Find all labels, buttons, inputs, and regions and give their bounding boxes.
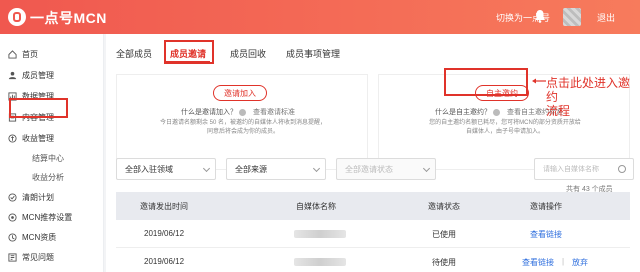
domain-select-value: 全部入驻领域: [125, 164, 173, 174]
logo-icon: [8, 8, 26, 26]
coin-icon: [8, 133, 17, 143]
question-icon: [493, 108, 500, 116]
recommend-icon: [8, 212, 17, 222]
highlight-box-invite-tab: [164, 40, 214, 64]
arrow-left-icon: [532, 78, 546, 84]
sidebar-item-mcn-qualification[interactable]: MCN资质: [8, 229, 56, 245]
self-question-text: 什么是自主邀约？: [435, 109, 491, 116]
column-header-name: 自媒体名称: [296, 202, 336, 211]
highlight-box-members: [9, 98, 68, 118]
view-link-button[interactable]: 查看链接: [522, 257, 554, 268]
invite-desc-line: 同意后将会成为你的成员。: [206, 129, 279, 135]
annotation-line: 点击此处进入邀约: [546, 76, 631, 104]
question-icon: [239, 108, 246, 116]
sidebar-item-members[interactable]: 成员管理: [8, 67, 54, 83]
invite-status: 已使用: [432, 230, 456, 239]
sidebar-subitem-revenue-analysis[interactable]: 收益分析: [32, 172, 64, 183]
qualification-icon: [8, 232, 17, 242]
sidebar: 首页 成员管理 数据管理 内容管理 收益管理 结算中心 收益分析 清朗计划 MC…: [0, 34, 104, 272]
invite-question-text: 什么是邀请加入？: [181, 109, 237, 116]
sidebar-item-label: 常见问题: [22, 252, 54, 262]
self-invite-description: 您的自主邀约名额已耗尽，您可将MCN的部分资质开放给 自媒体人，由子号申请加入。: [385, 119, 625, 137]
invite-status: 待使用: [432, 258, 456, 267]
tab-all-members[interactable]: 全部成员: [116, 47, 152, 60]
sidebar-item-mcn-recommend[interactable]: MCN推荐设置: [8, 209, 72, 225]
clear-plan-icon: [8, 192, 17, 202]
highlight-box-self-invite: [444, 68, 528, 96]
tab-member-affairs[interactable]: 成员事项管理: [286, 47, 340, 60]
search-icon[interactable]: [618, 165, 626, 173]
chevron-down-icon: [202, 164, 211, 173]
self-invite-question: 什么是自主邀约？ 查看自主邀约标准: [435, 107, 563, 117]
tab-member-recycle[interactable]: 成员回收: [230, 47, 266, 60]
chevron-down-icon: [422, 164, 431, 173]
action-separator: |: [562, 257, 565, 266]
main-panel: 全部成员 成员邀请 成员回收 成员事项管理 邀请加入 什么是邀请加入？ 查看邀请标…: [106, 34, 640, 272]
sidebar-item-revenue[interactable]: 收益管理: [8, 130, 54, 146]
column-header-action: 邀请操作: [530, 202, 562, 211]
annotation-line: 流程: [546, 104, 571, 118]
avatar[interactable]: [563, 8, 581, 26]
abandon-button[interactable]: 放弃: [572, 257, 588, 268]
top-header: 一点号MCN 切换为一点号 退出: [0, 0, 640, 34]
sidebar-item-label: 首页: [22, 49, 38, 59]
sidebar-subitem-settlement[interactable]: 结算中心: [32, 153, 64, 164]
invite-question: 什么是邀请加入？ 查看邀请标准: [181, 107, 295, 117]
column-header-date: 邀请发出时间: [140, 202, 188, 211]
table-row: 2019/06/12 已使用 查看链接: [116, 220, 630, 248]
sidebar-item-label: 清朗计划: [22, 192, 54, 202]
sidebar-item-label: MCN资质: [22, 232, 57, 242]
status-select-value: 全部邀请状态: [345, 164, 393, 174]
column-header-status: 邀请状态: [428, 202, 460, 211]
chevron-down-icon: [312, 164, 321, 173]
sidebar-item-label: 成员管理: [22, 70, 54, 80]
sidebar-item-faq[interactable]: 常见问题: [8, 249, 54, 265]
source-select-value: 全部来源: [235, 164, 267, 174]
sidebar-item-label: MCN推荐设置: [22, 212, 73, 222]
invite-date: 2019/06/12: [144, 257, 185, 266]
bell-icon[interactable]: [534, 9, 546, 23]
invite-join-button[interactable]: 邀请加入: [213, 85, 267, 101]
invite-desc-line: 今日邀请名额剩余 50 名，被邀约的自媒体人将收到消息提醒，: [159, 120, 326, 126]
self-desc-line: 您的自主邀约名额已耗尽，您可将MCN的部分资质开放给: [429, 120, 581, 126]
person-icon: [8, 71, 17, 79]
sidebar-item-home[interactable]: 首页: [8, 46, 38, 62]
table-header: 邀请发出时间 自媒体名称 邀请状态 邀请操作: [116, 192, 630, 220]
search-placeholder: 请输入自媒体名称: [543, 166, 599, 173]
annotation-text: 点击此处进入邀约 流程: [546, 76, 640, 118]
logout-button[interactable]: 退出: [597, 11, 615, 24]
view-link-button[interactable]: 查看链接: [530, 229, 562, 240]
app-logo-text: 一点号MCN: [30, 10, 107, 26]
sidebar-item-clear-plan[interactable]: 清朗计划: [8, 189, 54, 205]
self-desc-line: 自媒体人，由子号申请加入。: [465, 129, 544, 135]
blurred-media-name: [294, 258, 346, 266]
invite-description: 今日邀请名额剩余 50 名，被邀约的自媒体人将收到消息提醒， 同意后将会成为你的…: [123, 119, 363, 137]
faq-icon: [8, 252, 17, 262]
status-select[interactable]: 全部邀请状态: [336, 158, 436, 180]
sidebar-item-label: 收益管理: [22, 133, 54, 143]
search-input[interactable]: 请输入自媒体名称: [534, 158, 634, 180]
domain-select[interactable]: 全部入驻领域: [116, 158, 216, 180]
home-icon: [8, 49, 17, 59]
invite-standard-link[interactable]: 查看邀请标准: [253, 109, 295, 116]
invite-card: 邀请加入 什么是邀请加入？ 查看邀请标准 今日邀请名额剩余 50 名，被邀约的自媒…: [116, 74, 368, 170]
invite-date: 2019/06/12: [144, 229, 185, 238]
blurred-media-name: [294, 230, 346, 238]
table-row: 2019/06/12 待使用 查看链接 | 放弃: [116, 248, 630, 272]
source-select[interactable]: 全部来源: [226, 158, 326, 180]
